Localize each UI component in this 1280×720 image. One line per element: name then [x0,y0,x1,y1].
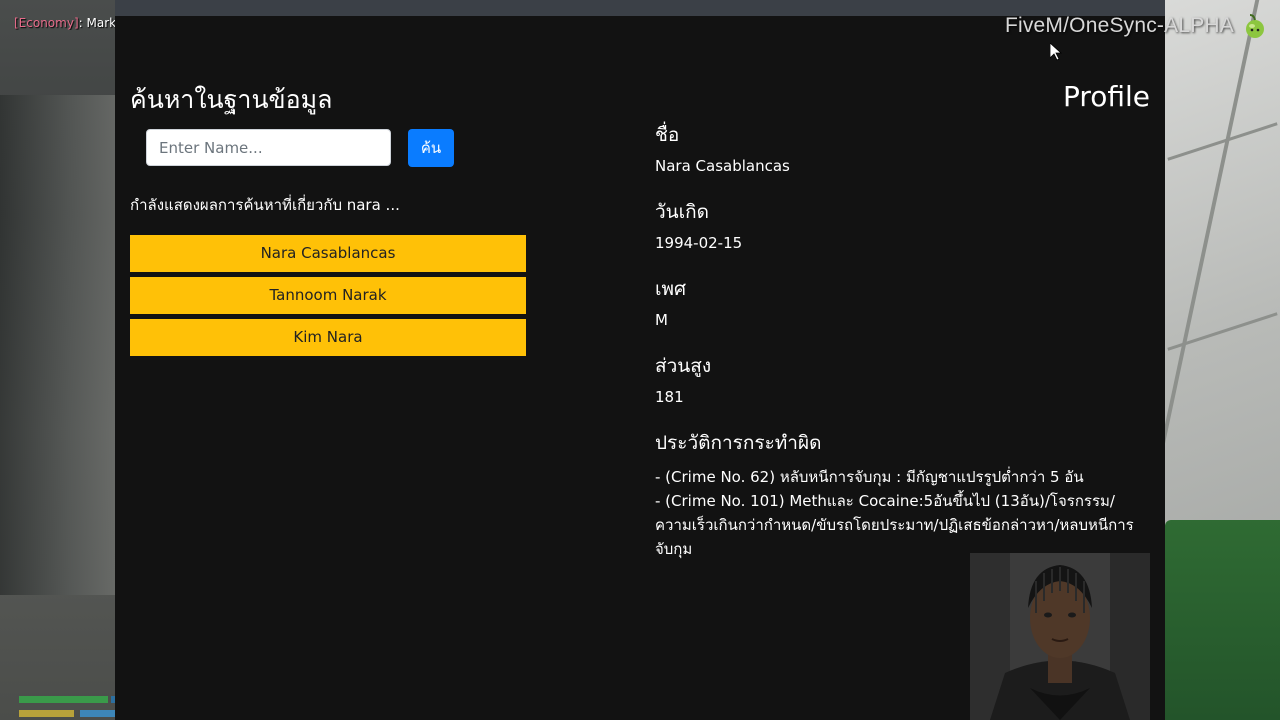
result-caption: กำลังแสดงผลการค้นหาที่เกี่ยวกับ nara ... [130,196,400,214]
dob-label: วันเกิด [655,201,709,223]
mouse-cursor-icon [1050,43,1062,61]
height-label: ส่วนสูง [655,355,712,377]
mugshot-image [970,553,1150,720]
profile-details: ชื่อ Nara Casablancas วันเกิด 1994-02-15… [655,120,1150,561]
health-bar [19,696,108,703]
profile-title: Profile [1062,80,1150,113]
hunger-bar [19,710,74,717]
green-bin [1165,520,1280,720]
mugshot-photo [970,553,1150,720]
thirst-bar [80,710,115,717]
crime-record: - (Crime No. 101) Methและ Cocaine:5อันขึ… [655,492,1134,558]
height-value: 181 [655,388,684,406]
search-title: ค้นหาในฐานข้อมูล [130,85,333,114]
sex-label: เพศ [655,278,687,300]
result-item[interactable]: Tannoom Narak [130,277,526,314]
chat-text: : Market [78,16,115,30]
search-input[interactable] [146,129,391,166]
search-button[interactable]: ค้น [408,129,454,167]
name-value: Nara Casablancas [655,157,790,175]
name-label: ชื่อ [655,124,680,146]
crime-record: - (Crime No. 62) หลับหนีการจับกุม : มีกั… [655,468,1084,486]
search-results: Nara Casablancas Tannoom Narak Kim Nara [130,235,526,361]
chat-message: [Economy]: Market [14,16,115,30]
dob-value: 1994-02-15 [655,234,743,252]
chat-tag: [Economy] [14,16,79,30]
crimes-label: ประวัติการกระทำผิด [655,432,822,454]
sex-value: M [655,311,668,329]
result-item[interactable]: Kim Nara [130,319,526,356]
server-watermark: FiveM/OneSync-ALPHA [1004,14,1234,37]
game-wall-left [0,95,115,595]
pepper-icon [1246,14,1264,38]
result-item[interactable]: Nara Casablancas [130,235,526,272]
mdt-panel: ค้นหาในฐานข้อมูล ค้น กำลังแสดงผลการค้นหา… [115,16,1165,720]
